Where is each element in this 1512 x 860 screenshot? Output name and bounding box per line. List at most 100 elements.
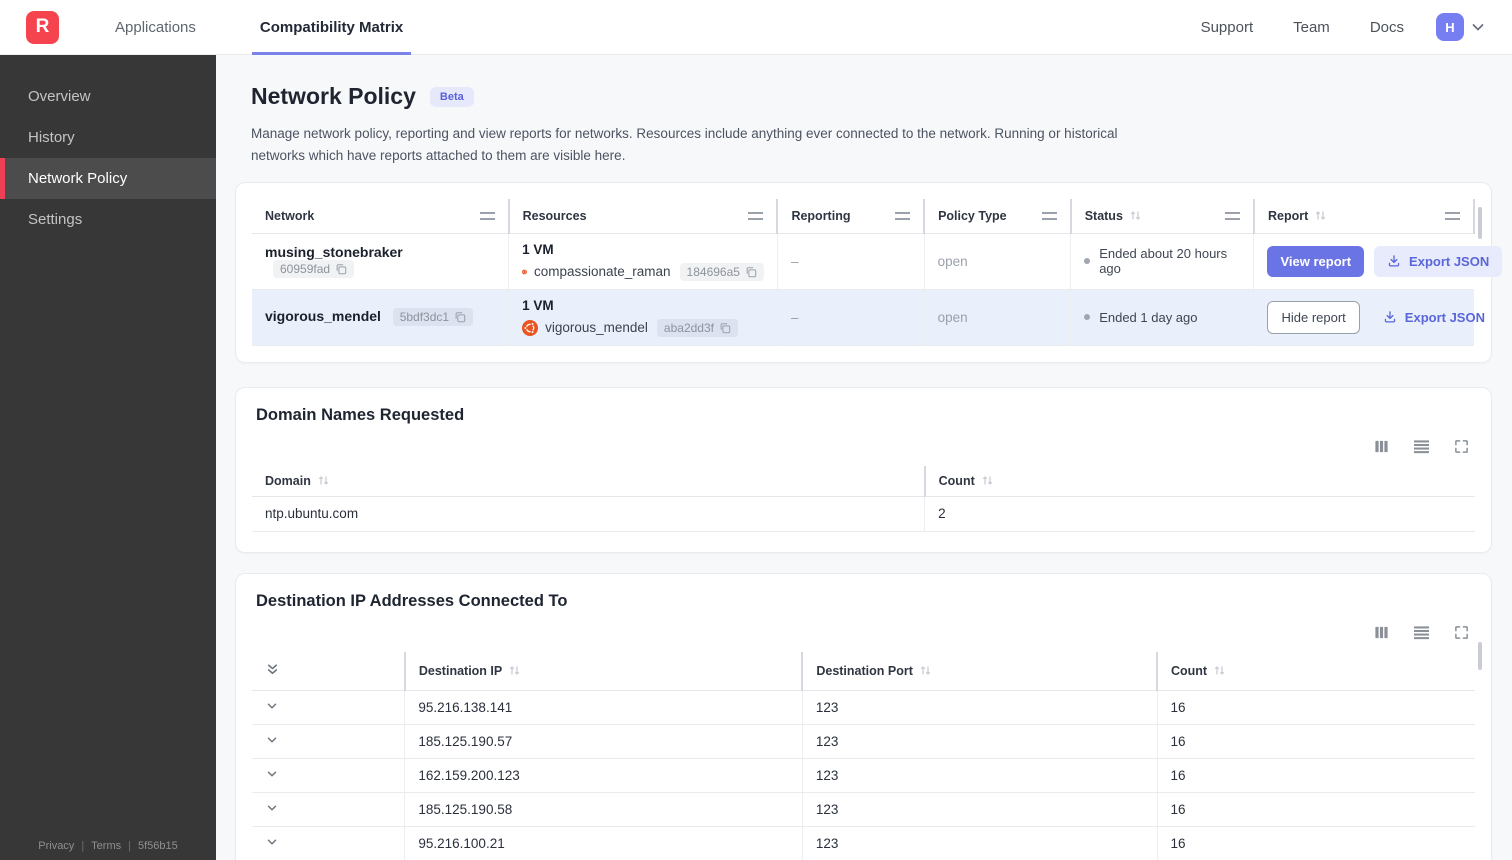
resource-id: aba2dd3f	[663, 320, 714, 335]
expand-row-icon[interactable]	[252, 690, 405, 725]
sidebar-item-settings[interactable]: Settings	[0, 199, 216, 240]
hide-report-button[interactable]: Hide report	[1267, 300, 1360, 334]
domain-row[interactable]: ntp.ubuntu.com 2	[252, 496, 1475, 532]
chevron-down-icon[interactable]	[1470, 19, 1486, 35]
network-id-badge[interactable]: 60959fad	[273, 260, 355, 279]
copy-icon[interactable]	[719, 322, 731, 334]
network-row[interactable]: vigorous_mendel 5bdf3dc1 1 VM vigorous_m…	[252, 289, 1485, 346]
destination-ip-value: 185.125.190.58	[404, 792, 803, 827]
download-icon	[1388, 255, 1400, 267]
count-value: 16	[1156, 792, 1475, 827]
destination-ip-row[interactable]: 185.125.190.57 123 16	[252, 724, 1475, 759]
status-dot	[1084, 314, 1091, 321]
rows-icon[interactable]	[1413, 625, 1430, 640]
reporting-value: –	[777, 233, 925, 290]
avatar[interactable]: H	[1436, 13, 1464, 41]
download-icon	[1384, 311, 1396, 323]
networks-table: Network Resources Reporting Policy Type …	[252, 198, 1503, 346]
export-json-button[interactable]: Export JSON	[1374, 245, 1503, 277]
expand-row-icon[interactable]	[252, 724, 405, 759]
column-header-policy-type[interactable]: Policy Type	[938, 209, 1007, 223]
destination-port-value: 123	[801, 792, 1157, 827]
fullscreen-icon[interactable]	[1454, 439, 1469, 454]
destination-ip-row[interactable]: 162.159.200.123 123 16	[252, 758, 1475, 793]
destination-port-value: 123	[801, 724, 1157, 759]
destination-ip-table: Destination IP Destination Port Count 95…	[252, 651, 1475, 860]
column-header-reporting[interactable]: Reporting	[791, 209, 850, 223]
sort-icon[interactable]	[1213, 664, 1226, 677]
column-header-status[interactable]: Status	[1085, 209, 1123, 223]
resource-id-badge[interactable]: aba2dd3f	[656, 318, 738, 337]
column-header-count[interactable]: Count	[1171, 664, 1207, 678]
column-header-count[interactable]: Count	[939, 474, 975, 488]
drag-handle-icon[interactable]	[895, 211, 911, 220]
drag-handle-icon[interactable]	[748, 211, 764, 220]
drag-handle-icon[interactable]	[1041, 211, 1057, 220]
copy-icon[interactable]	[335, 263, 347, 275]
build-hash: 5f56b15	[137, 840, 178, 852]
destination-ip-value: 162.159.200.123	[404, 758, 803, 793]
expand-row-icon[interactable]	[252, 758, 405, 793]
export-json-label: Export JSON	[1409, 253, 1490, 269]
expand-row-icon[interactable]	[252, 792, 405, 827]
column-header-destination-ip[interactable]: Destination IP	[419, 664, 502, 678]
network-id-badge[interactable]: 5bdf3dc1	[392, 308, 474, 327]
columns-icon[interactable]	[1374, 439, 1389, 454]
expand-row-icon[interactable]	[252, 826, 405, 860]
export-json-label: Export JSON	[1404, 309, 1485, 325]
resource-name[interactable]: vigorous_mendel	[545, 320, 648, 335]
sidebar-item-overview[interactable]: Overview	[0, 76, 216, 117]
export-json-button[interactable]: Export JSON	[1370, 302, 1498, 333]
reporting-value: –	[777, 289, 925, 346]
column-header-resources[interactable]: Resources	[523, 209, 587, 223]
terms-link[interactable]: Terms	[91, 840, 121, 852]
drag-handle-icon[interactable]	[1224, 211, 1240, 220]
scrollbar-thumb[interactable]	[1478, 641, 1482, 670]
column-header-domain[interactable]: Domain	[265, 474, 311, 488]
view-report-button[interactable]: View report	[1267, 245, 1365, 277]
column-header-destination-port[interactable]: Destination Port	[816, 664, 913, 678]
rows-icon[interactable]	[1413, 439, 1430, 454]
count-value: 16	[1156, 826, 1475, 860]
destination-ip-card: Destination IP Addresses Connected To De…	[235, 572, 1492, 860]
sort-icon[interactable]	[508, 664, 521, 677]
fullscreen-icon[interactable]	[1454, 625, 1469, 640]
count-value: 16	[1156, 758, 1475, 793]
sort-icon[interactable]	[1314, 209, 1327, 222]
expand-all-icon[interactable]	[265, 662, 280, 680]
sort-icon[interactable]	[1129, 209, 1142, 222]
page-title: Network Policy	[251, 83, 416, 109]
scrollbar-thumb[interactable]	[1478, 206, 1482, 239]
columns-icon[interactable]	[1374, 625, 1389, 640]
top-nav: R Applications Compatibility Matrix Supp…	[0, 0, 1512, 55]
copy-icon[interactable]	[454, 311, 466, 323]
sidebar-item-history[interactable]: History	[0, 117, 216, 158]
copy-icon[interactable]	[745, 266, 757, 278]
destination-ip-value: 185.125.190.57	[404, 724, 803, 759]
resource-id-badge[interactable]: 184696a5	[679, 262, 764, 281]
destination-ip-row[interactable]: 95.216.138.141 123 16	[252, 690, 1475, 725]
status-dot	[1084, 258, 1091, 265]
nav-link-team[interactable]: Team	[1293, 19, 1330, 36]
resource-name[interactable]: compassionate_raman	[534, 264, 671, 279]
destination-ip-row[interactable]: 185.125.190.58 123 16	[252, 792, 1475, 827]
column-header-report[interactable]: Report	[1268, 209, 1308, 223]
nav-link-support[interactable]: Support	[1201, 19, 1254, 36]
nav-link-docs[interactable]: Docs	[1370, 19, 1404, 36]
ubuntu-icon	[522, 319, 539, 336]
privacy-link[interactable]: Privacy	[38, 840, 74, 852]
nav-tab-compatibility-matrix[interactable]: Compatibility Matrix	[251, 0, 412, 55]
drag-handle-icon[interactable]	[479, 211, 495, 220]
destination-ip-value: 95.216.100.21	[404, 826, 803, 860]
nav-tab-applications[interactable]: Applications	[107, 0, 204, 55]
app-logo[interactable]: R	[26, 10, 59, 44]
sort-icon[interactable]	[919, 664, 932, 677]
sort-icon[interactable]	[317, 474, 330, 487]
destination-ip-row[interactable]: 95.216.100.21 123 16	[252, 826, 1475, 860]
status-text: Ended about 20 hours ago	[1099, 246, 1228, 277]
sort-icon[interactable]	[981, 474, 994, 487]
sidebar-item-network-policy[interactable]: Network Policy	[0, 158, 216, 199]
column-header-network[interactable]: Network	[265, 209, 314, 223]
network-row[interactable]: musing_stonebraker 60959fad 1 VM compass…	[252, 233, 1503, 290]
drag-handle-icon[interactable]	[1445, 211, 1460, 220]
